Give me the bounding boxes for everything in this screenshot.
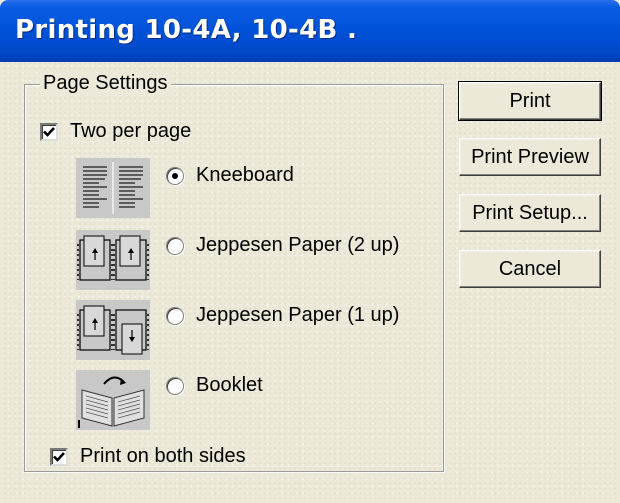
two-per-page-checkbox[interactable]: Two per page: [40, 120, 191, 143]
two-per-page-check-box[interactable]: [40, 122, 58, 141]
radio-jeppesen-2up[interactable]: Jeppesen Paper (2 up): [166, 234, 399, 257]
page-settings-legend: Page Settings: [40, 72, 171, 95]
jeppesen-1up-layout-icon: [76, 300, 150, 360]
title-bar[interactable]: Printing 10-4A, 10-4B .: [0, 0, 620, 62]
cancel-button[interactable]: Cancel: [459, 250, 601, 288]
print-setup-button[interactable]: Print Setup...: [459, 194, 601, 232]
radio-jeppesen-1up-label: Jeppesen Paper (1 up): [196, 304, 400, 326]
print-dialog: Printing 10-4A, 10-4B . Page Settings Tw…: [0, 0, 620, 503]
radio-jeppesen-1up-circle[interactable]: [166, 306, 184, 325]
radio-kneeboard-label: Kneeboard: [196, 164, 294, 186]
radio-kneeboard[interactable]: Kneeboard: [166, 164, 294, 187]
radio-booklet-label: Booklet: [196, 374, 263, 396]
radio-jeppesen-2up-label: Jeppesen Paper (2 up): [196, 234, 400, 256]
checkmark-icon: [53, 451, 65, 462]
print-both-sides-checkbox[interactable]: Print on both sides: [50, 445, 246, 468]
radio-selected-dot: [172, 172, 178, 179]
radio-booklet[interactable]: Booklet: [166, 374, 263, 397]
radio-jeppesen-1up[interactable]: Jeppesen Paper (1 up): [166, 304, 399, 327]
radio-jeppesen-2up-circle[interactable]: [166, 236, 184, 255]
window-title: Printing 10-4A, 10-4B .: [15, 15, 358, 45]
print-preview-button[interactable]: Print Preview: [459, 138, 601, 176]
jeppesen-2up-layout-icon: [76, 230, 150, 290]
print-both-sides-check-box[interactable]: [50, 447, 68, 466]
two-per-page-label: Two per page: [70, 120, 192, 142]
checkmark-icon: [43, 126, 55, 137]
radio-kneeboard-circle[interactable]: [166, 166, 184, 185]
booklet-layout-icon: [76, 370, 150, 430]
dialog-body: Page Settings Two per page Kneeboard Jep…: [4, 62, 616, 499]
print-button[interactable]: Print: [458, 81, 602, 121]
radio-booklet-circle[interactable]: [166, 376, 184, 395]
kneeboard-layout-icon: [76, 158, 150, 218]
print-both-sides-label: Print on both sides: [80, 445, 246, 467]
